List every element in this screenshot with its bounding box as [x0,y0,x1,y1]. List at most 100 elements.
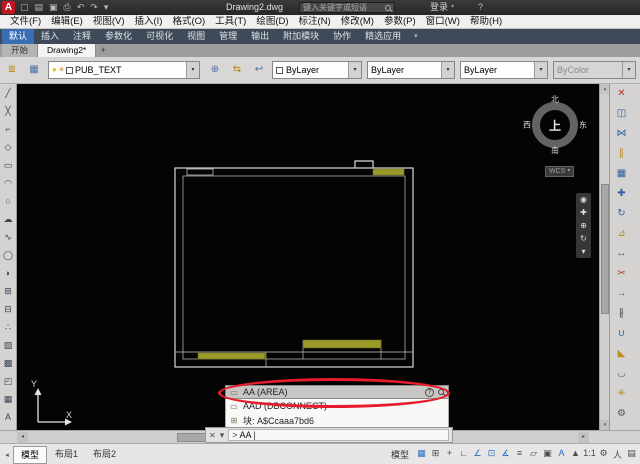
ribbon-tab[interactable]: 输出 [244,29,276,44]
stretch-tool[interactable]: ↔ [613,244,630,264]
color-combo-caret-icon[interactable]: ▾ [348,62,361,78]
chamfer-tool[interactable]: ◣ [613,344,630,364]
ribbon-tab[interactable]: 附加模块 [276,29,326,44]
color-combo[interactable]: ByLayer ▾ [272,61,362,79]
lineweight-combo-caret-icon[interactable]: ▾ [534,62,547,78]
layout-tab[interactable]: 布局2 [86,446,123,464]
redo-icon[interactable]: ↷ [90,2,98,13]
menu-item[interactable]: 视图(V) [88,15,130,29]
layer-combo-caret-icon[interactable]: ▾ [186,62,199,78]
region-tool[interactable]: ◰ [0,372,16,390]
annotation-visibility-icon[interactable]: A [555,448,568,461]
drawing-canvas[interactable]: Y X 上 北 南 西 东 WCS ▾ ◉✚⊕↻▾ [17,84,599,430]
ribbon-tab[interactable]: 精选应用 [358,29,408,44]
linetype-combo[interactable]: ByLayer ▾ [367,61,455,79]
insert-block-tool[interactable]: ⊞ [0,282,16,300]
command-suggestion-row[interactable]: ▭ AAD (DBCONNECT) ? [225,399,449,413]
quick-access-menu-icon[interactable]: ▾ [104,2,109,13]
layer-states-icon[interactable]: ▦ [25,61,43,79]
ribbon-tab[interactable]: 插入 [34,29,66,44]
ribbon-collapse-icon[interactable]: ▾ [408,29,424,44]
layer-thaw-icon[interactable]: ☀ [58,62,65,78]
rotate-tool[interactable]: ↻ [613,204,630,224]
command-customize-icon[interactable]: ▾ [220,430,225,441]
command-help-icon[interactable]: ? [425,388,434,397]
construction-line-tool[interactable]: ╳ [0,102,16,120]
polyline-tool[interactable]: ⌐ [0,120,16,138]
scroll-right-icon[interactable]: ▸ [578,432,589,443]
snap-icon[interactable]: ⊞ [429,448,442,461]
offset-tool[interactable]: ∥ [613,144,630,164]
vertical-scrollbar[interactable]: ▴ ▾ [599,84,609,430]
create-block-tool[interactable]: ⊟ [0,300,16,318]
gradient-tool[interactable]: ▩ [0,354,16,372]
layer-on-icon[interactable]: ● [52,62,57,78]
layout-scroll-icon[interactable]: ◂ [2,451,12,459]
command-suggestion-row[interactable]: ⊞ 块: A$Ccaaa7bd6 ? [225,413,449,427]
join-tool[interactable]: ∪ [613,324,630,344]
autoscale-icon[interactable]: ▲ [569,448,582,461]
menu-item[interactable]: 参数(P) [379,15,421,29]
scale-tool[interactable]: ⊿ [613,224,630,244]
ribbon-tab[interactable]: 注释 [66,29,98,44]
save-icon[interactable]: ▣ [49,2,58,13]
menu-item[interactable]: 工具(T) [210,15,251,29]
linetype-combo-caret-icon[interactable]: ▾ [441,62,454,78]
menu-item[interactable]: 插入(I) [129,15,167,29]
layout-tab[interactable]: 模型 [13,446,47,464]
erase-tool[interactable]: ✕ [613,84,630,104]
grid-icon[interactable]: ▦ [415,448,428,461]
model-space-button[interactable]: 模型 [386,448,414,461]
lineweight-icon[interactable]: ≡ [513,448,526,461]
polar-tracking-icon[interactable]: ∠ [471,448,484,461]
lineweight-combo[interactable]: ByLayer ▾ [460,61,548,79]
command-search-icon[interactable] [438,389,444,395]
break-tool[interactable]: ∦ [613,304,630,324]
workspace-switching-icon[interactable]: ⚙ [597,448,610,461]
new-file-icon[interactable]: ▢ [20,2,29,13]
copy-tool[interactable]: ◫ [613,104,630,124]
ribbon-tab[interactable]: 可视化 [139,29,180,44]
menu-item[interactable]: 绘图(D) [251,15,293,29]
vertical-scroll-thumb[interactable] [601,184,609,314]
transparency-icon[interactable]: ▱ [527,448,540,461]
annotation-scale-icon[interactable]: 1:1 [583,448,596,461]
extend-tool[interactable]: → [613,284,630,304]
zoom-icon[interactable]: ⊕ [580,219,587,232]
isolate-objects-icon[interactable]: 人 [611,448,624,461]
menu-item[interactable]: 标注(N) [294,15,336,29]
move-tool[interactable]: ✚ [613,184,630,204]
dynamic-input-icon[interactable]: + [443,448,456,461]
search-box[interactable]: 键入关键字或短语 [299,2,395,13]
plot-icon[interactable]: ⎙ [64,2,71,13]
viewcube[interactable]: 上 北 南 西 东 [527,97,583,153]
circle-tool[interactable]: ○ [0,192,16,210]
ribbon-tab[interactable]: 视图 [180,29,212,44]
orbit-icon[interactable]: ↻ [580,232,587,245]
revision-cloud-tool[interactable]: ☁ [0,210,16,228]
object-snap-tracking-icon[interactable]: ∡ [499,448,512,461]
close-icon[interactable]: ✕ [209,431,216,440]
ribbon-tab[interactable]: 管理 [212,29,244,44]
table-tool[interactable]: ▦ [0,390,16,408]
explode-tool[interactable]: ✳ [613,384,630,404]
ribbon-tab[interactable]: 参数化 [98,29,139,44]
layout-tab[interactable]: 布局1 [48,446,85,464]
layer-previous-icon[interactable]: ↩ [250,61,268,79]
file-tab[interactable]: Drawing2* [38,44,96,57]
viewcube-south-label[interactable]: 南 [551,145,559,156]
selection-cycling-icon[interactable]: ▣ [541,448,554,461]
viewcube-west-label[interactable]: 西 [523,120,531,131]
login-button[interactable]: 登录 ▾ [430,0,454,15]
mirror-tool[interactable]: ⋈ [613,124,630,144]
viewcube-north-label[interactable]: 北 [551,94,559,105]
viewcube-east-label[interactable]: 东 [579,120,587,131]
ortho-icon[interactable]: ∟ [457,448,470,461]
arc-tool[interactable]: ◠ [0,174,16,192]
menu-item[interactable]: 编辑(E) [46,15,88,29]
point-tool[interactable]: ∴ [0,318,16,336]
search-icon[interactable] [385,5,391,11]
layer-match-icon[interactable]: ⇆ [228,61,246,79]
layer-combo[interactable]: ●☀ PUB_TEXT ▾ [48,61,200,79]
menu-item[interactable]: 窗口(W) [421,15,465,29]
